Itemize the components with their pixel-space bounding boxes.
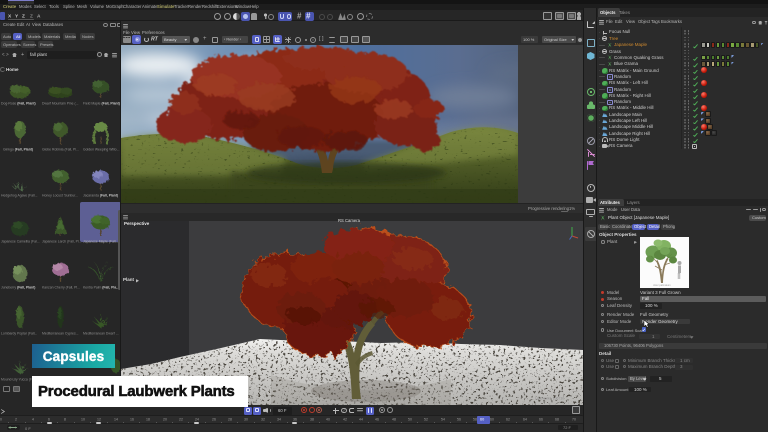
svg-text:Acer palmatum: Acer palmatum [653, 283, 670, 287]
